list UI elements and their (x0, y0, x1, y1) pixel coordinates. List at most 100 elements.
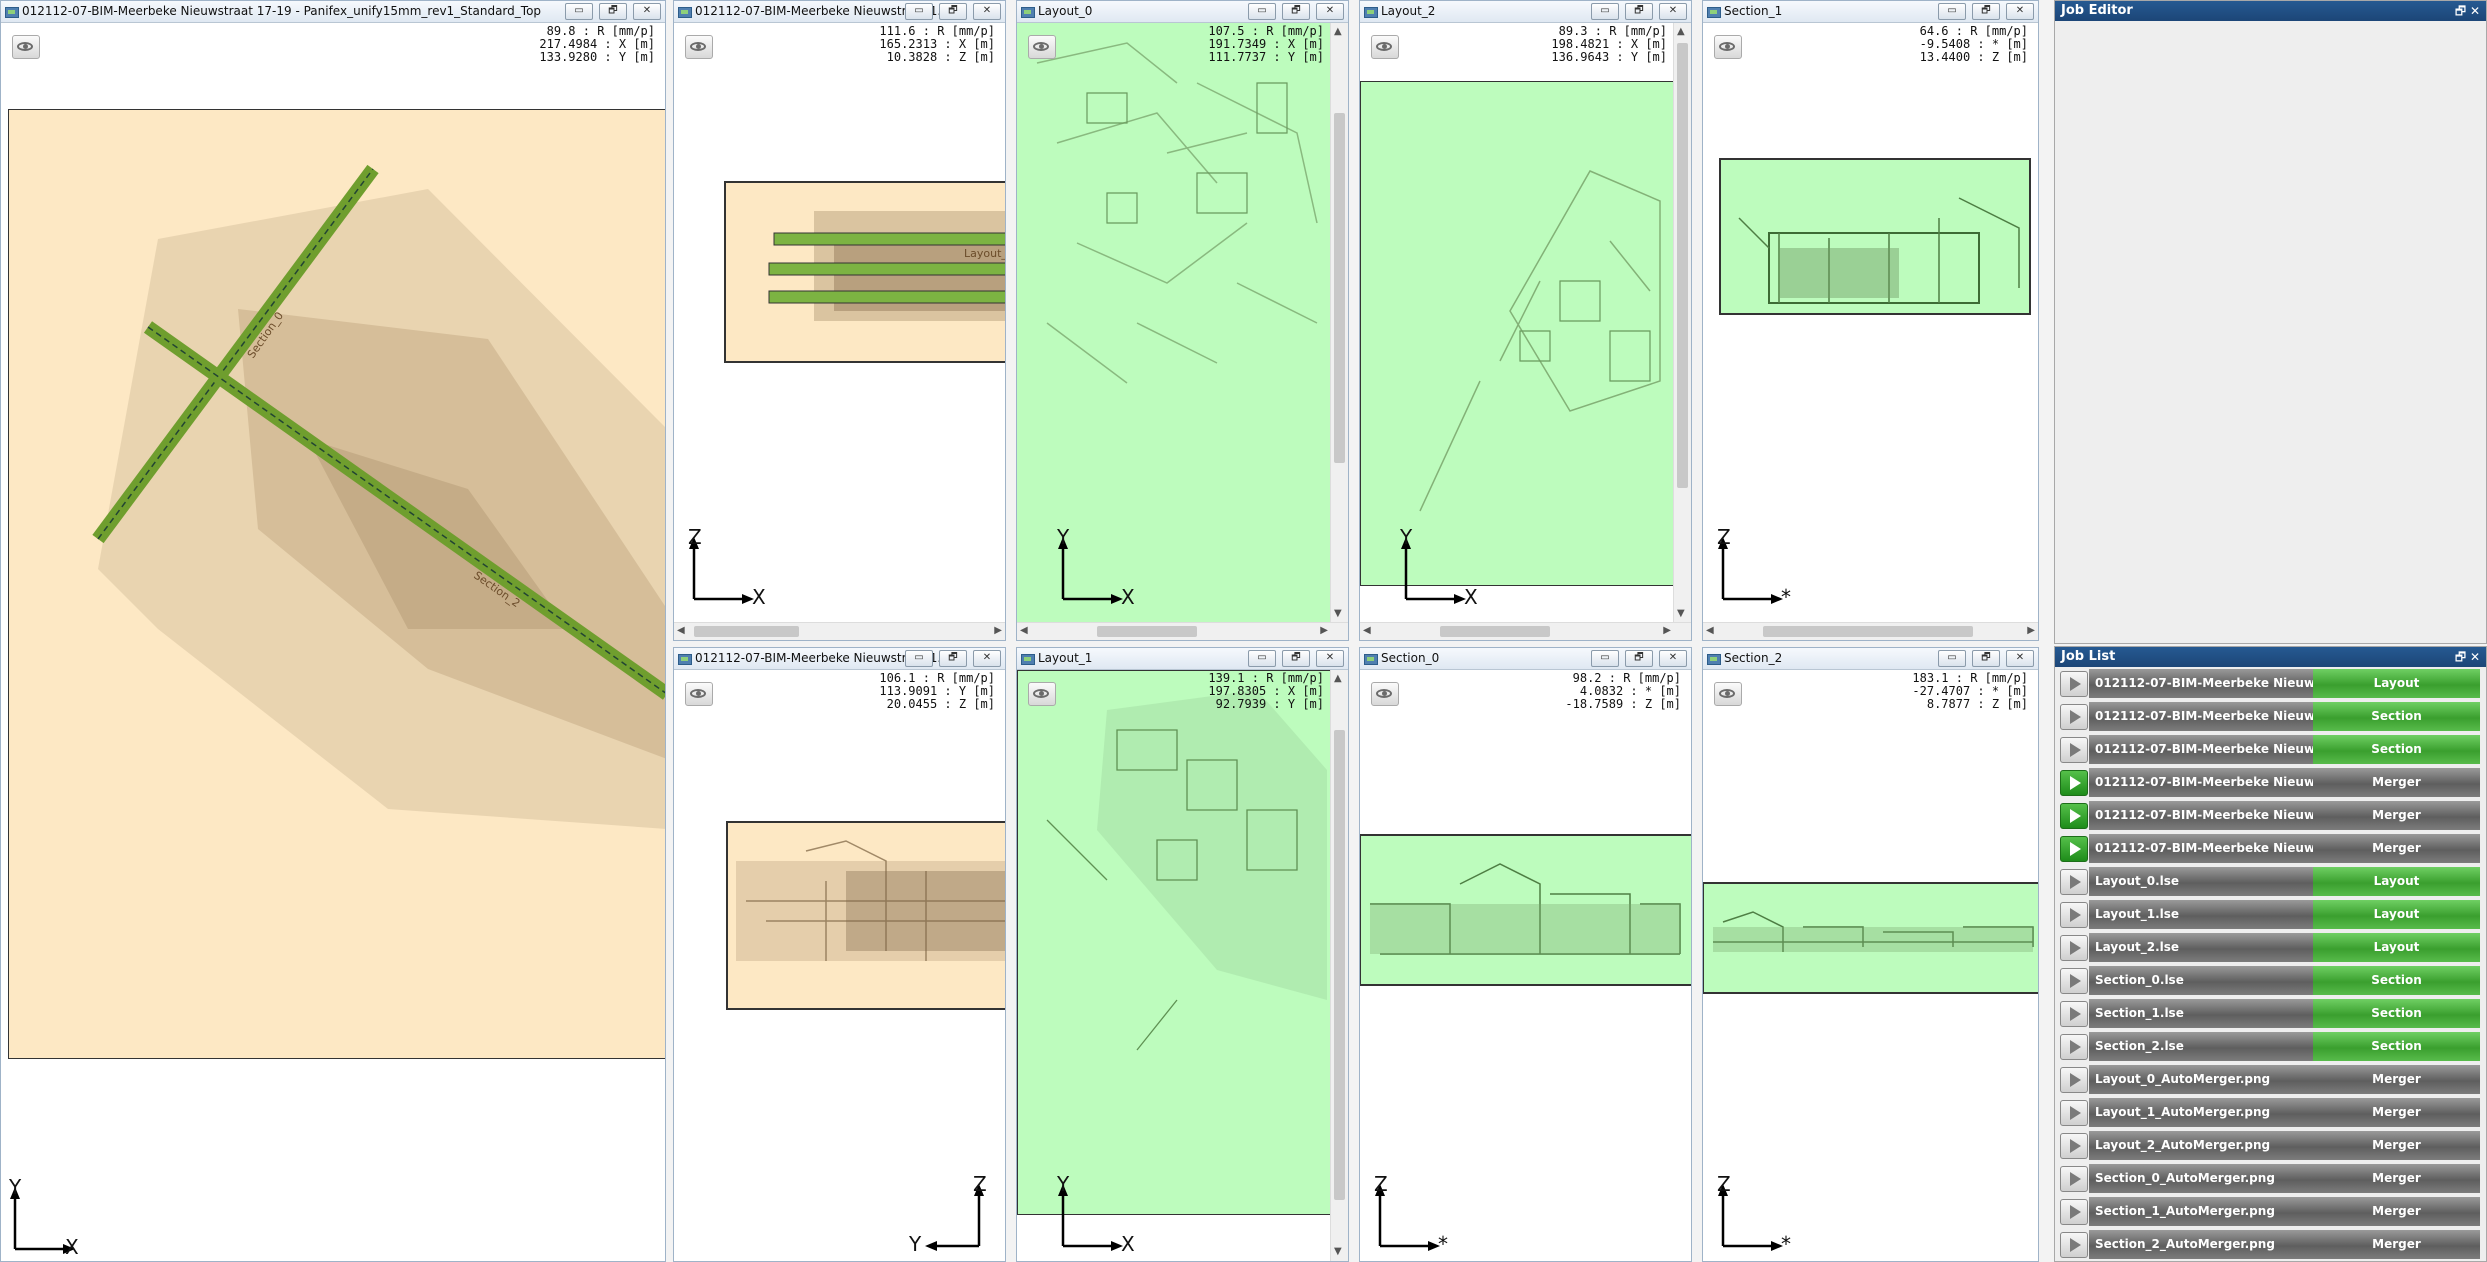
layout1-canvas[interactable] (1017, 670, 1333, 1215)
job-row[interactable]: Section_1_AutoMerger.png Merger (2057, 1196, 2480, 1227)
front-view-window[interactable]: 012112-07-BIM-Meerbeke Nieuwstraat 1... … (673, 0, 1006, 641)
job-name[interactable]: Section_1_AutoMerger.png (2089, 1197, 2313, 1226)
minimize-button[interactable]: ▭ (565, 3, 593, 20)
scroll-thumb[interactable] (1334, 730, 1345, 1200)
side-view-window[interactable]: 012112-07-BIM-Meerbeke Nieuwstraat 1... … (673, 647, 1006, 1262)
horizontal-scrollbar[interactable]: ◀ ▶ (1360, 622, 1691, 640)
window-titlebar[interactable]: Layout_0 ▭ 🗗 ✕ (1017, 1, 1348, 23)
scroll-down-arrow[interactable]: ▼ (1334, 1246, 1342, 1258)
minimize-button[interactable]: ▭ (905, 3, 933, 20)
job-type[interactable]: Layout (2313, 669, 2480, 698)
top-view-canvas[interactable]: Section_0 Section_2 (8, 109, 666, 1059)
scroll-up-arrow[interactable]: ▲ (1334, 26, 1342, 38)
scroll-left-arrow[interactable]: ◀ (1363, 625, 1371, 637)
job-name[interactable]: 012112-07-BIM-Meerbeke Nieuw (2089, 801, 2313, 830)
job-type[interactable]: Layout (2313, 933, 2480, 962)
job-name[interactable]: Layout_0.lse (2089, 867, 2313, 896)
close-button[interactable]: ✕ (633, 3, 661, 20)
job-row[interactable]: Section_2_AutoMerger.png Merger (2057, 1229, 2480, 1260)
job-type[interactable]: Merger (2313, 1230, 2480, 1259)
play-icon[interactable] (2060, 836, 2088, 862)
restore-button[interactable]: 🗗 (1972, 650, 2000, 667)
section0-window[interactable]: Section_0 ▭ 🗗 ✕ 98.2 : R [mm/p] 4.0832 :… (1359, 647, 1692, 1262)
restore-button[interactable]: 🗗 (1625, 3, 1653, 20)
job-type[interactable]: Merger (2313, 1131, 2480, 1160)
close-button[interactable]: ✕ (1316, 3, 1344, 20)
job-editor-panel[interactable]: Job Editor 🗗 ✕ (2054, 0, 2487, 644)
play-icon[interactable] (2060, 935, 2088, 961)
close-button[interactable]: ✕ (973, 650, 1001, 667)
job-name[interactable]: Section_0.lse (2089, 966, 2313, 995)
job-row[interactable]: 012112-07-BIM-Meerbeke Nieuw Merger (2057, 767, 2480, 798)
job-name[interactable]: 012112-07-BIM-Meerbeke Nieuw (2089, 834, 2313, 863)
close-button[interactable]: ✕ (1659, 650, 1687, 667)
scroll-thumb[interactable] (1440, 626, 1550, 637)
window-titlebar[interactable]: 012112-07-BIM-Meerbeke Nieuwstraat 1... … (674, 648, 1005, 670)
job-type[interactable]: Merger (2313, 834, 2480, 863)
window-titlebar[interactable]: 012112-07-BIM-Meerbeke Nieuwstraat 17-19… (1, 1, 665, 23)
job-row[interactable]: Section_1.lse Section (2057, 998, 2480, 1029)
job-type[interactable]: Section (2313, 735, 2480, 764)
window-titlebar[interactable]: Section_0 ▭ 🗗 ✕ (1360, 648, 1691, 670)
window-titlebar[interactable]: 012112-07-BIM-Meerbeke Nieuwstraat 1... … (674, 1, 1005, 23)
scroll-thumb[interactable] (1097, 626, 1197, 637)
job-type[interactable]: Section (2313, 966, 2480, 995)
job-name[interactable]: 012112-07-BIM-Meerbeke Nieuw (2089, 735, 2313, 764)
visibility-eye-icon[interactable] (1028, 682, 1056, 706)
scroll-left-arrow[interactable]: ◀ (677, 625, 685, 637)
job-name[interactable]: 012112-07-BIM-Meerbeke Nieuw (2089, 669, 2313, 698)
horizontal-scrollbar[interactable]: ◀ ▶ (674, 622, 1005, 640)
play-icon[interactable] (2060, 737, 2088, 763)
layout2-canvas[interactable] (1360, 81, 1676, 586)
minimize-button[interactable]: ▭ (905, 650, 933, 667)
section1-canvas[interactable] (1719, 158, 2031, 315)
panel-header[interactable]: Job List 🗗 ✕ (2055, 647, 2486, 667)
scroll-down-arrow[interactable]: ▼ (1677, 608, 1685, 620)
job-row[interactable]: 012112-07-BIM-Meerbeke Nieuw Section (2057, 734, 2480, 765)
visibility-eye-icon[interactable] (1371, 35, 1399, 59)
job-row[interactable]: 012112-07-BIM-Meerbeke Nieuw Merger (2057, 833, 2480, 864)
job-name[interactable]: Layout_0_AutoMerger.png (2089, 1065, 2313, 1094)
job-name[interactable]: Layout_2.lse (2089, 933, 2313, 962)
minimize-button[interactable]: ▭ (1591, 650, 1619, 667)
close-button[interactable]: ✕ (2006, 650, 2034, 667)
job-row[interactable]: Layout_1.lse Layout (2057, 899, 2480, 930)
minimize-button[interactable]: ▭ (1248, 3, 1276, 20)
job-row[interactable]: Section_0.lse Section (2057, 965, 2480, 996)
side-view-canvas[interactable] (726, 821, 1006, 1011)
minimize-button[interactable]: ▭ (1591, 3, 1619, 20)
vertical-scrollbar[interactable]: ▲ ▼ (1330, 670, 1348, 1261)
job-row[interactable]: Layout_0_AutoMerger.png Merger (2057, 1064, 2480, 1095)
vertical-scrollbar[interactable]: ▲ ▼ (1673, 23, 1691, 623)
play-icon[interactable] (2060, 803, 2088, 829)
panel-window-buttons[interactable]: 🗗 ✕ (2455, 1, 2480, 21)
restore-button[interactable]: 🗗 (1625, 650, 1653, 667)
job-type[interactable]: Merger (2313, 1197, 2480, 1226)
visibility-eye-icon[interactable] (1714, 35, 1742, 59)
visibility-eye-icon[interactable] (1371, 682, 1399, 706)
scroll-thumb[interactable] (1334, 113, 1345, 463)
section2-canvas[interactable] (1703, 882, 2039, 994)
section0-canvas[interactable] (1360, 834, 1692, 986)
play-icon[interactable] (2060, 1034, 2088, 1060)
job-name[interactable]: Section_1.lse (2089, 999, 2313, 1028)
job-name[interactable]: Layout_1.lse (2089, 900, 2313, 929)
play-icon[interactable] (2060, 1133, 2088, 1159)
panel-window-buttons[interactable]: 🗗 ✕ (2455, 647, 2480, 667)
visibility-eye-icon[interactable] (685, 35, 713, 59)
top-view-window[interactable]: 012112-07-BIM-Meerbeke Nieuwstraat 17-19… (0, 0, 666, 1262)
front-view-canvas[interactable]: Layout_ (724, 181, 1006, 363)
job-type[interactable]: Merger (2313, 1164, 2480, 1193)
scroll-right-arrow[interactable]: ▶ (1320, 625, 1328, 637)
play-icon[interactable] (2060, 1232, 2088, 1258)
restore-button[interactable]: 🗗 (1282, 3, 1310, 20)
minimize-button[interactable]: ▭ (1938, 650, 1966, 667)
minimize-button[interactable]: ▭ (1938, 3, 1966, 20)
job-name[interactable]: 012112-07-BIM-Meerbeke Nieuw (2089, 702, 2313, 731)
job-row[interactable]: Layout_1_AutoMerger.png Merger (2057, 1097, 2480, 1128)
scroll-down-arrow[interactable]: ▼ (1334, 608, 1342, 620)
visibility-eye-icon[interactable] (1714, 682, 1742, 706)
play-icon[interactable] (2060, 869, 2088, 895)
horizontal-scrollbar[interactable]: ◀ ▶ (1703, 622, 2038, 640)
layout1-window[interactable]: Layout_1 ▭ 🗗 ✕ 139.1 : R [mm/p] 197.8305… (1016, 647, 1349, 1262)
